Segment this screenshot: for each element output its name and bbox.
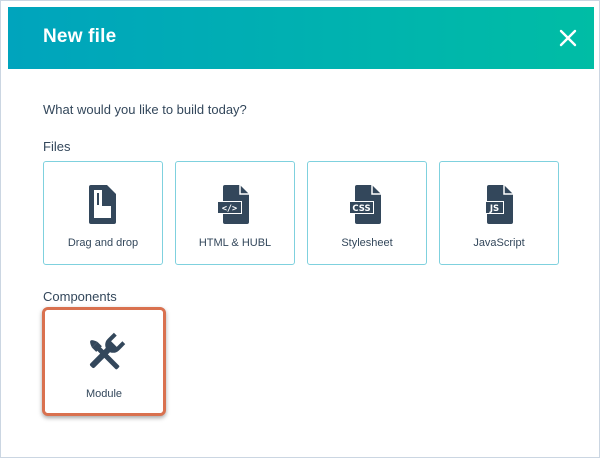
tile-label: HTML & HUBL (198, 237, 272, 249)
svg-text:JS: JS (489, 204, 499, 214)
tile-html-hubl[interactable]: </> HTML & HUBL (175, 161, 295, 265)
tile-module[interactable]: Module (45, 310, 163, 413)
tile-label: Module (85, 388, 123, 400)
tile-drag-and-drop[interactable]: Drag and drop (43, 161, 163, 265)
tile-label: JavaScript (473, 237, 525, 249)
tile-label: Drag and drop (67, 237, 139, 249)
html-code-file-icon: </> (217, 185, 249, 224)
svg-text:CSS: CSS (352, 204, 370, 214)
new-file-dialog: New file What would you like to build to… (0, 0, 600, 458)
drag-and-drop-file-icon (89, 185, 116, 224)
tile-stylesheet[interactable]: CSS Stylesheet (307, 161, 427, 265)
close-button[interactable] (558, 28, 578, 48)
tile-label: Stylesheet (341, 237, 393, 249)
js-file-icon: JS (485, 185, 513, 224)
tile-javascript[interactable]: JS JavaScript (439, 161, 559, 265)
dialog-prompt: What would you like to build today? (43, 102, 247, 117)
components-section-heading: Components (43, 289, 117, 304)
files-section-heading: Files (43, 139, 71, 154)
close-icon (559, 29, 577, 47)
svg-text:</>: </> (222, 204, 237, 214)
dialog-title: New file (43, 26, 117, 47)
wrench-brush-icon (89, 332, 126, 370)
css-file-icon: CSS (349, 185, 381, 224)
dialog-header: New file (8, 7, 594, 69)
